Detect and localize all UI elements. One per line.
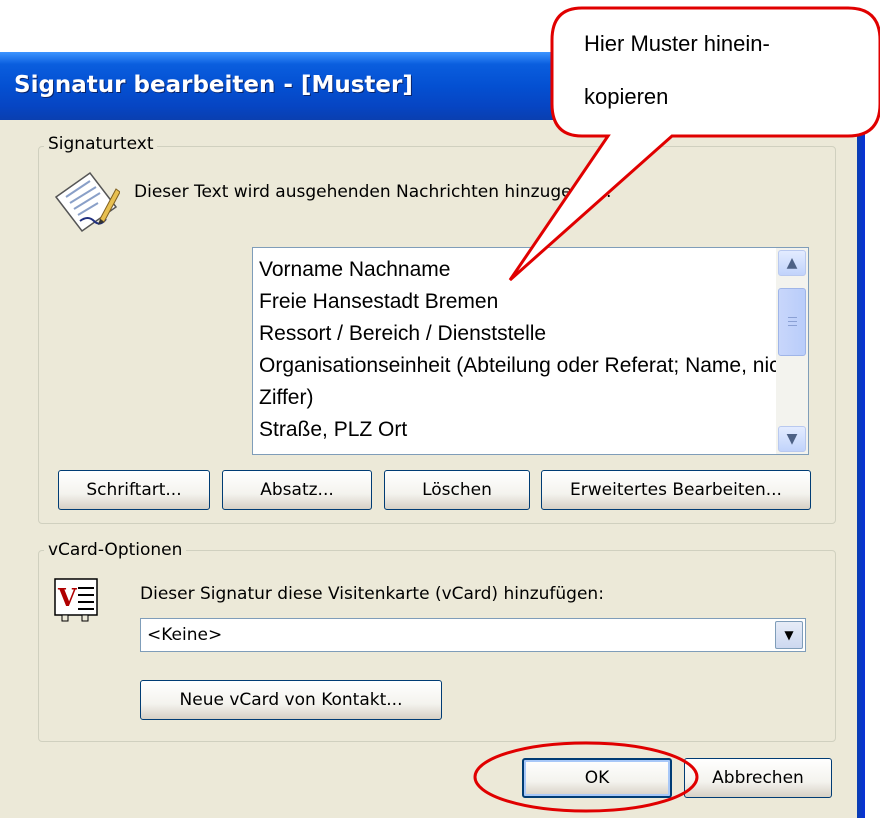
annotation-overlay [473,6,880,813]
ok-highlight-ellipse [473,741,699,813]
callout-text-line1: Hier Muster hinein- [584,31,770,56]
callout-text-line2: kopieren [584,84,669,109]
